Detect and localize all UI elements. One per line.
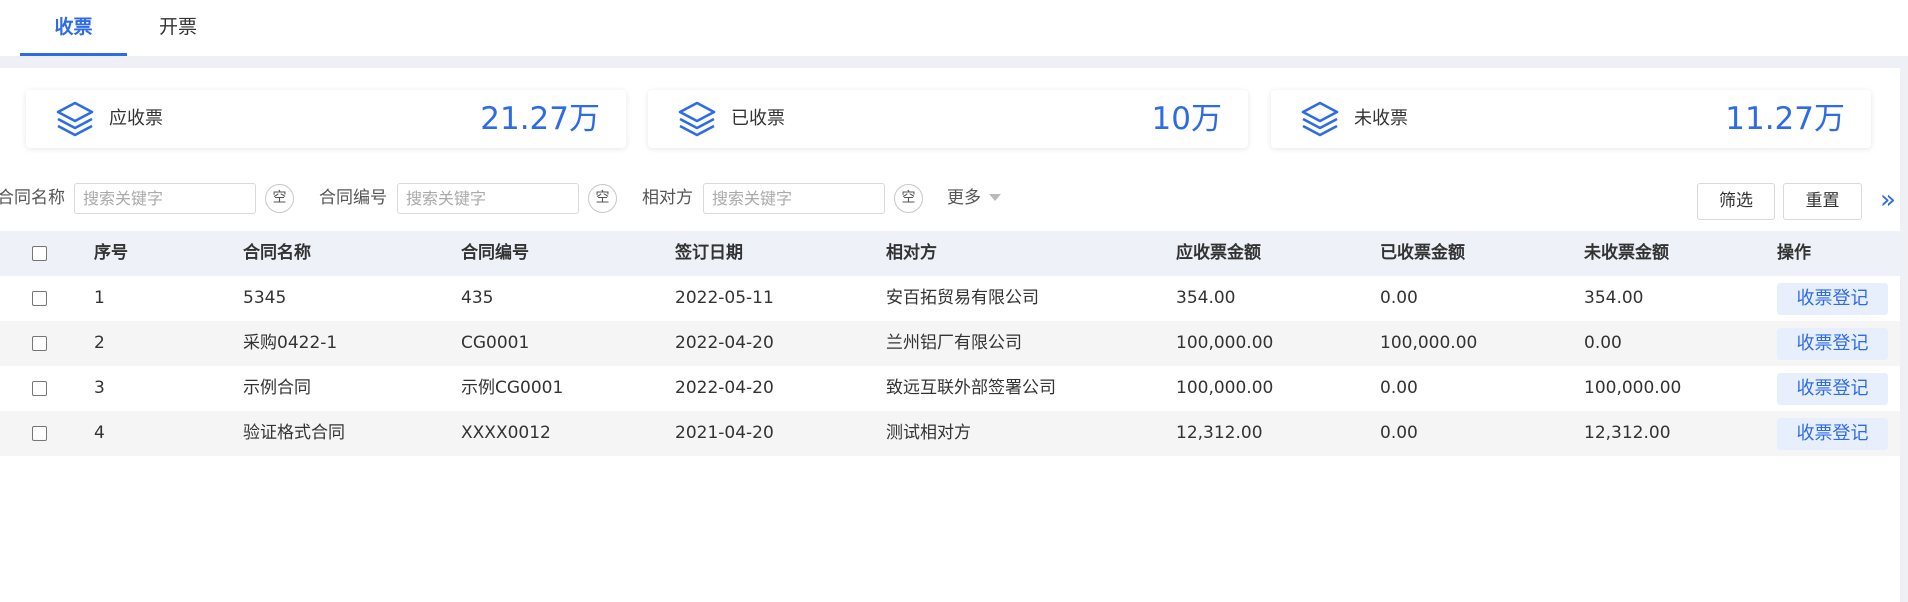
cell-amount-received: 0.00 <box>1380 288 1418 308</box>
tab-receive-invoice[interactable]: 收票 <box>20 0 127 56</box>
contract-code-clear-button[interactable]: 空 <box>588 184 617 213</box>
tab-bar: 收票 开票 <box>0 0 1908 56</box>
contract-name-clear-button[interactable]: 空 <box>265 184 294 213</box>
cell-index: 3 <box>94 378 105 398</box>
cell-contract-name: 验证格式合同 <box>243 423 345 443</box>
table-header: 序号 合同名称 合同编号 签订日期 相对方 应收票金额 已收票金额 未收票金额 … <box>0 231 1900 276</box>
stat-value: 11.27万 <box>1725 101 1845 137</box>
row-checkbox[interactable] <box>32 336 47 351</box>
register-invoice-button[interactable]: 收票登记 <box>1777 283 1888 315</box>
tab-issue-invoice-label: 开票 <box>158 16 197 38</box>
column-header-counterparty: 相对方 <box>886 243 937 263</box>
stat-value: 21.27万 <box>480 101 600 137</box>
cell-counterparty: 测试相对方 <box>886 423 971 443</box>
cell-amount-remaining: 12,312.00 <box>1584 423 1671 443</box>
chevron-down-icon <box>989 194 1001 201</box>
cell-contract-name: 5345 <box>243 288 287 308</box>
layers-icon <box>678 101 716 137</box>
row-checkbox[interactable] <box>32 381 47 396</box>
stat-label: 已收票 <box>731 108 785 129</box>
register-invoice-button[interactable]: 收票登记 <box>1777 418 1888 450</box>
filter-button[interactable]: 筛选 <box>1697 183 1775 220</box>
cell-counterparty: 兰州铝厂有限公司 <box>886 333 1022 353</box>
reset-button[interactable]: 重置 <box>1783 183 1862 220</box>
cell-counterparty: 致远互联外部签署公司 <box>886 378 1056 398</box>
tab-receive-invoice-label: 收票 <box>54 16 93 38</box>
table-row: 2 采购0422-1 CG0001 2022-04-20 兰州铝厂有限公司 10… <box>0 321 1900 366</box>
cell-amount-remaining: 354.00 <box>1584 288 1644 308</box>
counterparty-clear-button[interactable]: 空 <box>894 184 923 213</box>
table-row: 1 5345 435 2022-05-11 安百拓贸易有限公司 354.00 0… <box>0 276 1900 321</box>
filter-label-counterparty: 相对方 <box>642 188 693 208</box>
cell-index: 4 <box>94 423 105 443</box>
cell-amount-remaining: 100,000.00 <box>1584 378 1682 398</box>
row-checkbox[interactable] <box>32 291 47 306</box>
column-header-amount-due: 应收票金额 <box>1176 243 1261 263</box>
tab-issue-invoice[interactable]: 开票 <box>140 0 216 56</box>
column-header-amount-received: 已收票金额 <box>1380 243 1465 263</box>
cell-index: 1 <box>94 288 105 308</box>
filter-label-contract-name: 合同名称 <box>0 188 65 208</box>
cell-amount-due: 100,000.00 <box>1176 333 1274 353</box>
cell-sign-date: 2022-04-20 <box>675 378 774 398</box>
cell-sign-date: 2022-04-20 <box>675 333 774 353</box>
cell-amount-received: 100,000.00 <box>1380 333 1478 353</box>
column-header-contract-code: 合同编号 <box>461 243 529 263</box>
cell-amount-due: 100,000.00 <box>1176 378 1274 398</box>
more-filters-toggle[interactable]: 更多 <box>947 183 1001 213</box>
stat-label: 未收票 <box>1354 108 1408 129</box>
contract-name-search-input[interactable] <box>74 183 256 214</box>
table-row: 3 示例合同 示例CG0001 2022-04-20 致远互联外部签署公司 10… <box>0 366 1900 411</box>
cell-contract-code: 435 <box>461 288 494 308</box>
cell-contract-name: 示例合同 <box>243 378 311 398</box>
stat-card-remaining: 未收票 11.27万 <box>1271 90 1871 148</box>
cell-contract-name: 采购0422-1 <box>243 333 338 353</box>
double-chevron-right-icon[interactable]: » <box>1880 186 1896 214</box>
cell-sign-date: 2021-04-20 <box>675 423 774 443</box>
stat-card-due: 应收票 21.27万 <box>26 90 626 148</box>
register-invoice-button[interactable]: 收票登记 <box>1777 328 1888 360</box>
cell-amount-remaining: 0.00 <box>1584 333 1622 353</box>
more-filters-label: 更多 <box>947 188 981 208</box>
register-invoice-button[interactable]: 收票登记 <box>1777 373 1888 405</box>
right-gutter <box>1900 56 1908 602</box>
select-all-checkbox[interactable] <box>32 246 47 261</box>
cell-amount-due: 354.00 <box>1176 288 1236 308</box>
stat-label: 应收票 <box>109 108 163 129</box>
cell-amount-received: 0.00 <box>1380 378 1418 398</box>
cell-index: 2 <box>94 333 105 353</box>
stat-value: 10万 <box>1151 101 1222 137</box>
column-header-index: 序号 <box>94 243 128 263</box>
cell-contract-code: CG0001 <box>461 333 530 353</box>
contract-code-search-input[interactable] <box>397 183 579 214</box>
cell-amount-due: 12,312.00 <box>1176 423 1263 443</box>
column-header-actions: 操作 <box>1777 243 1811 263</box>
table-row: 4 验证格式合同 XXXX0012 2021-04-20 测试相对方 12,31… <box>0 411 1900 456</box>
column-header-sign-date: 签订日期 <box>675 243 743 263</box>
cell-contract-code: 示例CG0001 <box>461 378 564 398</box>
section-divider <box>0 56 1908 68</box>
layers-icon <box>1301 101 1339 137</box>
filter-label-contract-code: 合同编号 <box>319 188 387 208</box>
cell-sign-date: 2022-05-11 <box>675 288 774 308</box>
column-header-amount-remaining: 未收票金额 <box>1584 243 1669 263</box>
cell-amount-received: 0.00 <box>1380 423 1418 443</box>
layers-icon <box>56 101 94 137</box>
cell-contract-code: XXXX0012 <box>461 423 551 443</box>
stat-card-received: 已收票 10万 <box>648 90 1248 148</box>
row-checkbox[interactable] <box>32 426 47 441</box>
cell-counterparty: 安百拓贸易有限公司 <box>886 288 1039 308</box>
counterparty-search-input[interactable] <box>703 183 885 214</box>
column-header-contract-name: 合同名称 <box>243 243 311 263</box>
